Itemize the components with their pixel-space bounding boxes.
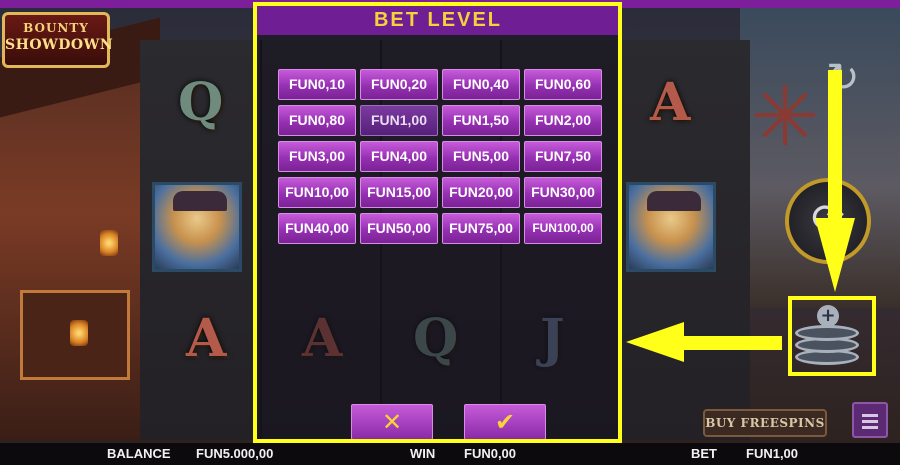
win-value: FUN0,00 xyxy=(464,446,517,461)
highlight-frame xyxy=(253,2,622,443)
arrow-head xyxy=(626,322,684,362)
menu-button[interactable] xyxy=(852,402,888,438)
hamburger-menu-icon xyxy=(862,414,878,417)
arrow-down-icon xyxy=(828,70,842,220)
lamp-icon xyxy=(70,320,88,346)
arrow-head xyxy=(815,218,855,292)
reel-symbol: Q xyxy=(178,72,224,133)
highlight-frame xyxy=(788,296,876,376)
balance-label: BALANCE xyxy=(107,446,171,461)
bet-value: FUN1,00 xyxy=(746,446,799,461)
barn-scenery xyxy=(0,60,150,440)
reel-symbol: A xyxy=(650,72,691,133)
balance-value: FUN5.000,00 xyxy=(196,446,274,461)
cowgirl-symbol xyxy=(626,182,716,272)
game-logo: BOUNTY SHOWDOWN xyxy=(2,12,114,68)
logo-main-text: SHOWDOWN xyxy=(5,37,114,53)
status-bar: BALANCE FUN5.000,00 WIN FUN0,00 BET FUN1… xyxy=(0,443,900,465)
logo-top-text: BOUNTY xyxy=(23,21,89,35)
win-label: WIN xyxy=(410,446,436,461)
reel-symbol: A xyxy=(186,308,227,369)
lamp-icon xyxy=(100,230,118,256)
arrow-left-icon xyxy=(680,336,782,350)
cowgirl-symbol xyxy=(152,182,242,272)
buy-freespins-button[interactable]: BUY FREESPINS xyxy=(703,409,827,437)
game-screen: Q A A J Q A BOUNTY SHOWDOWN ↻ ⟳ + BUY FR… xyxy=(0,0,900,465)
bet-label: BET xyxy=(691,446,717,461)
windmill-icon xyxy=(755,85,815,145)
